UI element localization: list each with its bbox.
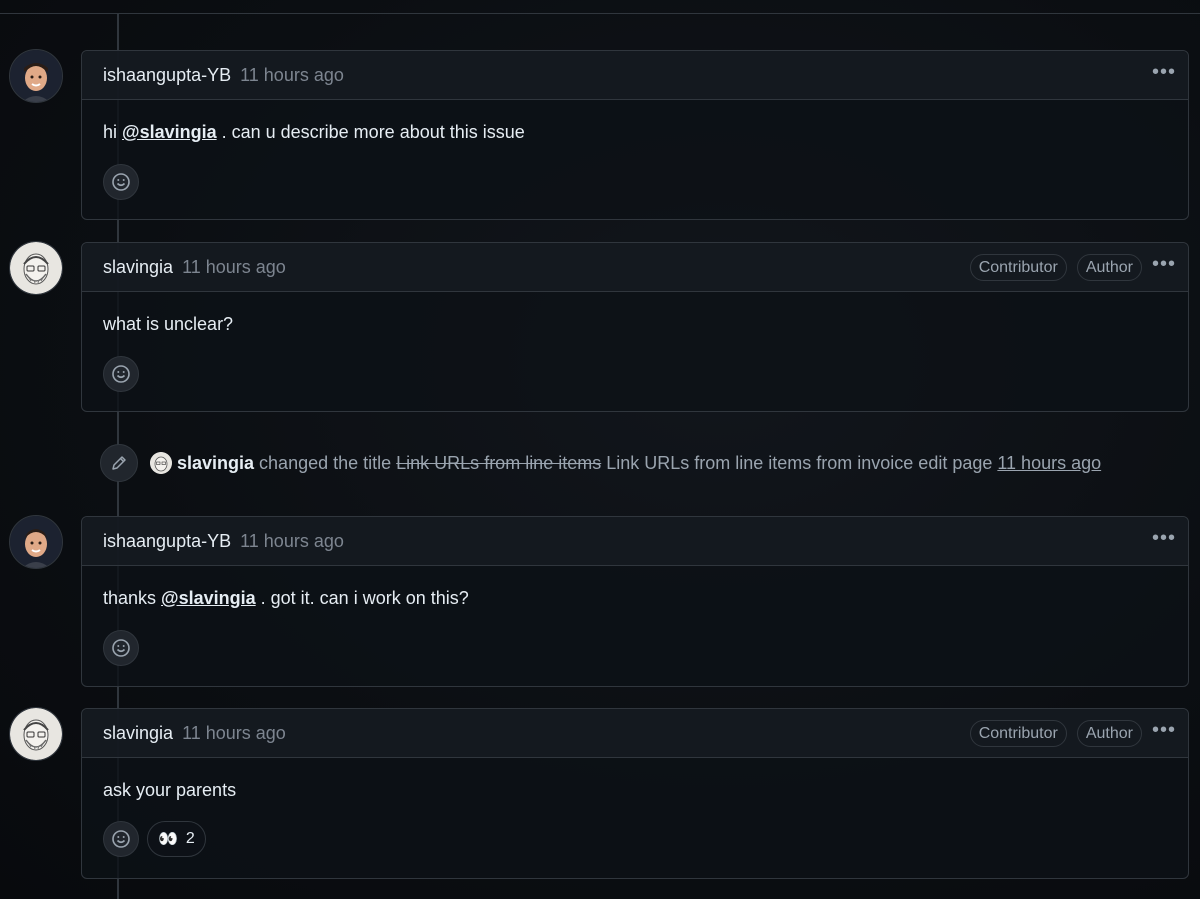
author-badge: Author: [1076, 254, 1142, 281]
avatar-ishaangupta[interactable]: [9, 515, 63, 569]
reactions-bar: 👀 2: [103, 821, 206, 857]
add-reaction-button[interactable]: [103, 356, 139, 392]
eyes-emoji: 👀: [158, 831, 178, 848]
contributor-badge: Contributor: [969, 254, 1067, 281]
previous-comment-bottom: [0, 0, 1200, 14]
comment-author[interactable]: slavingia: [103, 257, 173, 277]
kebab-horizontal-icon[interactable]: •••: [1152, 719, 1176, 742]
reactions-bar: [103, 356, 139, 392]
event-timestamp[interactable]: 11 hours ago: [997, 453, 1101, 474]
add-reaction-button[interactable]: [103, 821, 139, 857]
user-mention[interactable]: @slavingia: [122, 122, 217, 142]
comment-card: slavingia 11 hours ago Contributor Autho…: [81, 242, 1189, 412]
kebab-horizontal-icon[interactable]: •••: [1152, 527, 1176, 550]
smiley-icon: [112, 639, 130, 657]
comment-header: slavingia 11 hours ago Contributor Autho…: [82, 709, 1188, 758]
kebab-horizontal-icon[interactable]: •••: [1152, 61, 1176, 84]
comment-author[interactable]: ishaangupta-YB: [103, 531, 231, 551]
comment-header: slavingia 11 hours ago Contributor Autho…: [82, 243, 1188, 292]
comment-header: ishaangupta-YB 11 hours ago •••: [82, 51, 1188, 100]
smiley-icon: [112, 830, 130, 848]
avatar-slavingia-small[interactable]: [150, 452, 172, 474]
title-change-event: slavingia changed the title Link URLs fr…: [100, 444, 1101, 482]
comment-card: ishaangupta-YB 11 hours ago ••• hi @slav…: [81, 50, 1189, 220]
user-mention[interactable]: @slavingia: [161, 588, 256, 608]
kebab-horizontal-icon[interactable]: •••: [1152, 253, 1176, 276]
comment-body: what is unclear?: [103, 314, 234, 334]
avatar-slavingia[interactable]: [9, 707, 63, 761]
add-reaction-button[interactable]: [103, 164, 139, 200]
event-action: changed the title: [259, 452, 392, 473]
old-title: Link URLs from line items: [396, 452, 602, 473]
avatar-slavingia[interactable]: [9, 241, 63, 295]
contributor-badge: Contributor: [969, 720, 1067, 747]
reaction-count: 2: [185, 830, 195, 847]
pencil-icon: [100, 444, 138, 482]
event-actor[interactable]: slavingia: [177, 453, 254, 474]
reactions-bar: [103, 164, 139, 200]
avatar-ishaangupta[interactable]: [9, 49, 63, 103]
comment-body: hi @slavingia . can u describe more abou…: [103, 122, 525, 142]
comment-body: thanks @slavingia . got it. can i work o…: [103, 588, 469, 608]
smiley-icon: [112, 365, 130, 383]
comment-timestamp[interactable]: 11 hours ago: [240, 531, 344, 551]
comment-card: ishaangupta-YB 11 hours ago ••• thanks @…: [81, 516, 1189, 687]
smiley-icon: [112, 173, 130, 191]
reactions-bar: [103, 630, 139, 666]
comment-header: ishaangupta-YB 11 hours ago •••: [82, 517, 1188, 566]
comment-timestamp[interactable]: 11 hours ago: [182, 257, 286, 277]
eyes-reaction-button[interactable]: 👀 2: [147, 821, 206, 857]
comment-timestamp[interactable]: 11 hours ago: [182, 723, 286, 743]
add-reaction-button[interactable]: [103, 630, 139, 666]
comment-card: slavingia 11 hours ago Contributor Autho…: [81, 708, 1189, 879]
comment-body: ask your parents: [103, 780, 237, 800]
comment-author[interactable]: ishaangupta-YB: [103, 65, 231, 85]
comment-timestamp[interactable]: 11 hours ago: [240, 65, 344, 85]
author-badge: Author: [1076, 720, 1142, 747]
new-title: Link URLs from line items from invoice e…: [606, 452, 993, 473]
comment-author[interactable]: slavingia: [103, 723, 173, 743]
